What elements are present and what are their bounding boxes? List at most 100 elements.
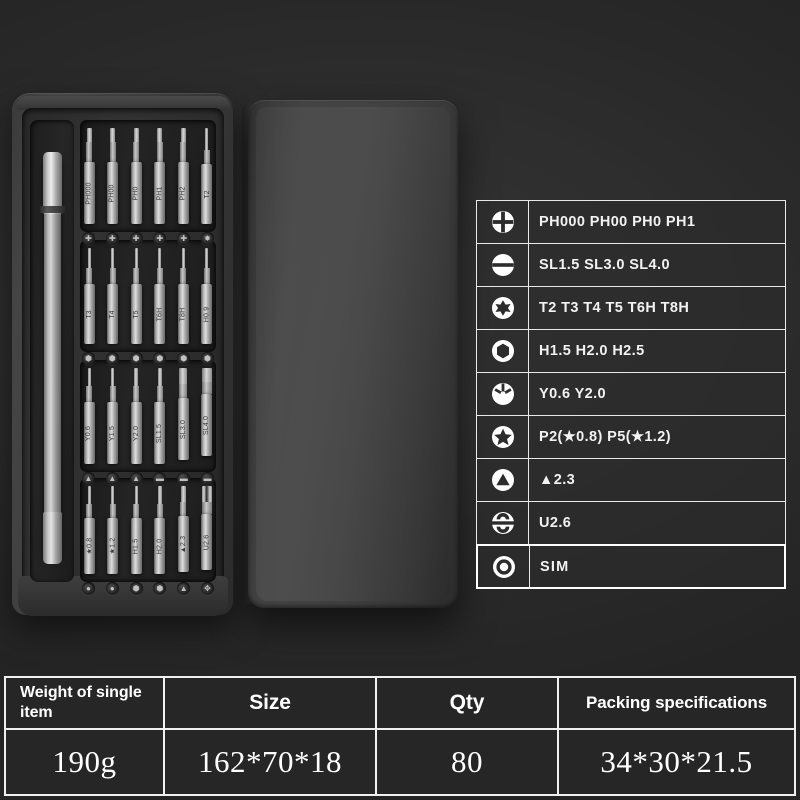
bit-tip-icon bbox=[134, 368, 139, 386]
bit-neck bbox=[133, 268, 140, 284]
spec-row-sim: SIM bbox=[476, 544, 786, 589]
value-size: 162*70*18 bbox=[165, 730, 377, 794]
value-qty: 80 bbox=[377, 730, 559, 794]
bit-label: ▲2.3 bbox=[179, 535, 187, 553]
bit-label: PH00 bbox=[109, 183, 117, 203]
bit-neck bbox=[86, 504, 92, 518]
bit-label: U2.6 bbox=[203, 534, 211, 550]
bit-neck bbox=[109, 142, 116, 162]
socket-phillips-icon: ✚ bbox=[129, 232, 143, 245]
bit-tip-icon bbox=[201, 486, 212, 502]
bit-tip-icon bbox=[205, 248, 209, 268]
bit-item: ★1.2 bbox=[106, 486, 120, 574]
bit-shank: SL3.0 bbox=[177, 398, 189, 460]
socket-slotted-icon: ▬ bbox=[200, 472, 214, 485]
socket-row: ⬢ ⬢ ⬢ ⬢ ⬢ ⬢ bbox=[82, 352, 214, 365]
bit-row: PH000 PH00 PH0 PH1 PH2 T2 bbox=[82, 128, 214, 224]
spec-label: SIM bbox=[540, 558, 570, 575]
bit-shank: PH2 bbox=[177, 162, 189, 224]
slotted-icon bbox=[491, 254, 514, 276]
bit-label: PH000 bbox=[85, 181, 93, 205]
bit-neck bbox=[133, 386, 140, 402]
product-detail-image: PH000 PH00 PH0 PH1 PH2 T2 ✚ ✚ ✚ ✚ ✚ ✸ T3… bbox=[0, 0, 800, 800]
bit-item: H2.0 bbox=[153, 486, 167, 574]
bit-shank: SL4.0 bbox=[201, 394, 213, 456]
bit-item: T8H bbox=[176, 248, 190, 344]
handle-cap-bottom bbox=[43, 512, 62, 564]
socket-slotted-icon: ▬ bbox=[177, 472, 191, 485]
u-shape-icon bbox=[491, 512, 514, 534]
bit-label: T3 bbox=[85, 309, 93, 319]
bit-label: SL1.5 bbox=[156, 423, 164, 443]
bit-neck bbox=[109, 268, 116, 284]
bit-shank: PH000 bbox=[83, 162, 95, 224]
socket-row: ▲ ▲ ▲ ▬ ▬ ▬ bbox=[82, 472, 214, 485]
bit-shank: H0.9 bbox=[201, 284, 213, 344]
bit-label: Y2.0 bbox=[132, 425, 140, 441]
sim-icon bbox=[492, 555, 515, 578]
bit-label: H2.0 bbox=[156, 538, 164, 554]
socket-torx-icon: ✸ bbox=[200, 232, 214, 245]
socket-phillips-icon: ✚ bbox=[153, 232, 167, 245]
socket-row: ✚ ✚ ✚ ✚ ✚ ✸ bbox=[82, 232, 214, 245]
socket-phillips-icon: ✚ bbox=[105, 232, 119, 245]
socket-pentalobe-icon: ● bbox=[82, 582, 95, 595]
bit-label: PH0 bbox=[132, 185, 140, 201]
bit-row: Y0.6 Y1.5 Y2.0 SL1.5 SL3.0 SL4.0 bbox=[82, 368, 214, 464]
spec-icon-cell bbox=[477, 373, 529, 415]
bit-neck bbox=[180, 268, 187, 284]
bit-neck bbox=[201, 502, 212, 514]
bit-item: Y0.6 bbox=[82, 368, 96, 464]
bit-tip-icon bbox=[181, 248, 185, 268]
bit-neck bbox=[156, 142, 163, 162]
handle-knurl bbox=[40, 206, 65, 213]
spec-label: ▲2.3 bbox=[539, 472, 576, 488]
spec-icon-cell bbox=[477, 287, 529, 329]
spec-icon-cell bbox=[477, 502, 529, 544]
bit-shank: ★0.8 bbox=[83, 518, 95, 574]
bit-tip-icon bbox=[111, 486, 115, 504]
screwdriver-handle bbox=[44, 158, 61, 558]
spec-icon-cell bbox=[477, 416, 529, 458]
socket-pentalobe-icon: ● bbox=[105, 582, 119, 595]
bit-shank: PH1 bbox=[154, 162, 166, 224]
bit-item: SL3.0 bbox=[176, 368, 190, 464]
spec-icon-cell bbox=[477, 330, 529, 372]
bit-neck bbox=[203, 268, 210, 284]
bit-tip-icon bbox=[205, 128, 209, 150]
socket-hex-icon: ⬢ bbox=[129, 582, 143, 595]
bit-tip-icon bbox=[180, 128, 186, 142]
bit-shank: T6H bbox=[154, 284, 166, 344]
bit-label: H1.5 bbox=[132, 538, 140, 554]
bit-item: T5 bbox=[129, 248, 143, 344]
bit-shank: H2.0 bbox=[154, 518, 166, 574]
bit-label: ★0.8 bbox=[86, 537, 93, 555]
bit-item: Y2.0 bbox=[129, 368, 143, 464]
spec-row-pentalobe: P2(★0.8) P5(★1.2) bbox=[477, 416, 785, 459]
spec-icon-cell bbox=[477, 201, 529, 243]
bit-neck bbox=[203, 150, 210, 164]
spec-label: PH000 PH00 PH0 PH1 bbox=[539, 214, 696, 230]
bit-tip-icon bbox=[134, 248, 138, 268]
bit-shank: T4 bbox=[107, 284, 119, 344]
bit-neck bbox=[156, 268, 163, 284]
socket-hex-icon: ⬢ bbox=[153, 582, 167, 595]
bit-tip-icon bbox=[134, 486, 138, 504]
torx-icon bbox=[491, 297, 514, 319]
spec-label: T2 T3 T4 T5 T6H T8H bbox=[539, 300, 690, 316]
socket-hex-icon: ⬢ bbox=[200, 352, 214, 365]
bit-label: SL4.0 bbox=[203, 415, 211, 435]
socket-row: ● ● ⬢ ⬢ ▲ ✥ bbox=[82, 582, 214, 595]
header-weight: Weight of single item bbox=[6, 678, 165, 729]
spec-row-slotted: SL1.5 SL3.0 SL4.0 bbox=[477, 244, 785, 287]
socket-hex-icon: ⬢ bbox=[177, 352, 191, 365]
spec-row-hex: H1.5 H2.0 H2.5 bbox=[477, 330, 785, 373]
spec-label: U2.6 bbox=[539, 515, 572, 531]
bit-shank: T2 bbox=[201, 164, 213, 224]
bit-label: T5 bbox=[132, 309, 140, 319]
bit-neck bbox=[156, 504, 163, 518]
bit-tip-icon bbox=[157, 368, 162, 386]
bit-neck bbox=[156, 386, 163, 402]
socket-phillips-icon: ✚ bbox=[177, 232, 191, 245]
socket-triangle-icon: ▲ bbox=[177, 582, 191, 595]
